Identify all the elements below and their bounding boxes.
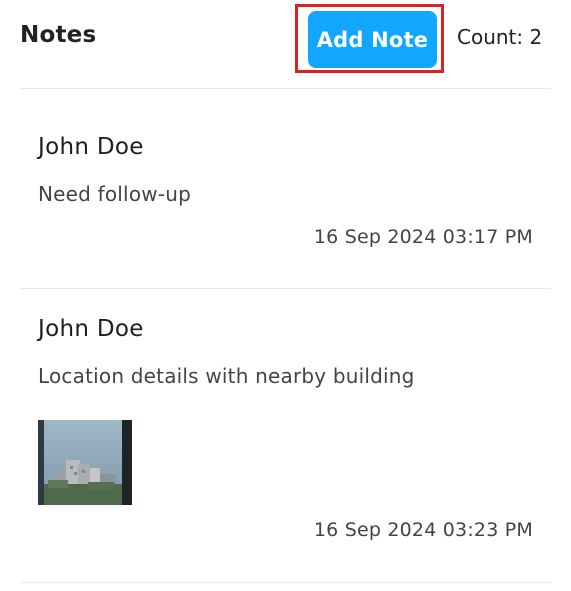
notes-count: Count: 2	[457, 25, 543, 49]
note-text: Location details with nearby building	[38, 364, 415, 388]
note-author: John Doe	[38, 134, 144, 160]
page-title: Notes	[20, 22, 97, 48]
note-author: John Doe	[38, 316, 144, 342]
divider	[20, 88, 551, 89]
add-note-button[interactable]: Add Note	[308, 11, 437, 68]
divider	[20, 582, 551, 583]
photo-thumbnail-image	[38, 420, 132, 505]
divider	[20, 288, 551, 289]
note-date: 16 Sep 2024 03:23 PM	[313, 519, 533, 541]
note-text: Need follow-up	[38, 182, 191, 206]
notes-header: Notes Add Note Count: 2	[0, 0, 571, 80]
note-date: 16 Sep 2024 03:17 PM	[313, 226, 533, 248]
photo-thumbnail-icon[interactable]	[38, 420, 132, 505]
